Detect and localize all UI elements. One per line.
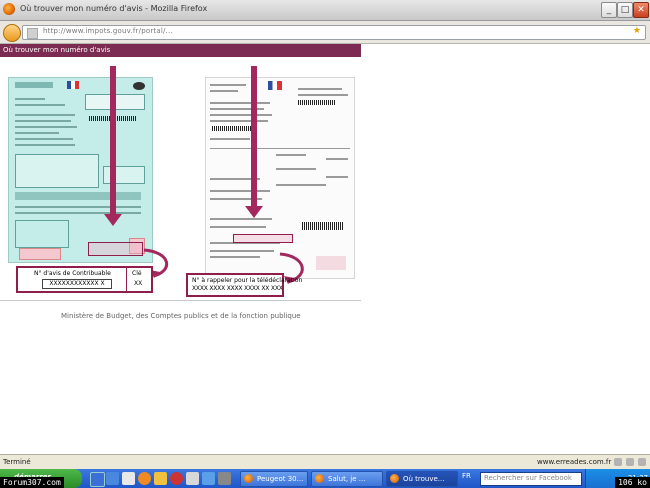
- task-label: Où trouve...: [403, 475, 445, 483]
- key-value: XX: [134, 280, 143, 287]
- notepad-icon[interactable]: [122, 472, 135, 485]
- barcode-right-2: [212, 126, 256, 131]
- avis-number-value: XXXXXXXXXXXX X: [42, 279, 112, 289]
- content-divider: [0, 300, 361, 301]
- page-content: Où trouver mon numéro d'avis N° d'avis d…: [0, 44, 650, 454]
- taskbar-item-1[interactable]: Peugeot 30...: [240, 471, 308, 487]
- status-text: Terminé: [3, 458, 31, 466]
- page-banner: Où trouver mon numéro d'avis: [0, 44, 361, 57]
- arrow-shaft-right: [251, 66, 257, 208]
- task-firefox-icon: [390, 474, 399, 483]
- teledeclaration-number-callout: N° à rappeler pour la télédéclaration XX…: [186, 273, 302, 297]
- task-label: Peugeot 30...: [257, 475, 304, 483]
- barcode-right: [298, 100, 336, 105]
- teledeclaration-number: XXXX XXXX XXXX XXXX XX XXX: [192, 285, 283, 292]
- taskbar-item-3[interactable]: Où trouve...: [386, 471, 458, 487]
- app-icon[interactable]: [186, 472, 199, 485]
- title-bar: Où trouver mon numéro d'avis - Mozilla F…: [0, 0, 650, 21]
- status-security-icon: [614, 458, 622, 466]
- bookmark-star-icon[interactable]: ★: [633, 26, 641, 36]
- doc-address-box: [15, 154, 99, 188]
- doc-pink-box: [19, 248, 61, 260]
- teledeclaration-label: N° à rappeler pour la télédéclaration: [192, 277, 303, 284]
- show-desktop-icon[interactable]: [90, 472, 105, 487]
- status-resize-icon: [638, 458, 646, 466]
- watermark-left: Forum307.com: [0, 477, 64, 488]
- window-title: Où trouver mon numéro d'avis - Mozilla F…: [20, 4, 208, 13]
- tax-notice-right-image: [205, 77, 355, 279]
- minimize-button[interactable]: _: [601, 2, 617, 18]
- media-icon[interactable]: [170, 472, 183, 485]
- doc-lower-box: [15, 220, 69, 248]
- address-text: http://www.impots.gouv.fr/portal/...: [43, 27, 173, 35]
- doc-logo-icon: [133, 82, 145, 90]
- status-bar: Terminé www.erreades.com.fr: [0, 454, 650, 470]
- taskbar-search-input[interactable]: Rechercher sur Facebook: [480, 472, 582, 486]
- navigation-bar: http://www.impots.gouv.fr/portal/... ★: [0, 21, 650, 44]
- status-addon-icon: [626, 458, 634, 466]
- firefox-icon: [3, 3, 15, 15]
- avis-number-callout: N° d'avis de Contribuable XXXXXXXXXXXX X…: [16, 266, 153, 293]
- task-firefox-icon: [315, 474, 324, 483]
- quicklaunch-more-icon[interactable]: [218, 472, 231, 485]
- french-flag-icon-2: [268, 81, 282, 90]
- taskbar-item-2[interactable]: Salut, je ...: [311, 471, 383, 487]
- page-banner-title: Où trouver mon numéro d'avis: [3, 46, 111, 54]
- arrow-shaft-left: [110, 66, 116, 216]
- messenger-icon[interactable]: [202, 472, 215, 485]
- key-label: Clé: [132, 270, 142, 277]
- callout-divider: [126, 268, 127, 291]
- tax-notice-left-image: [8, 77, 153, 263]
- notice-number-highlight-left: [88, 242, 143, 256]
- image-caption: Ministère de Budget, des Comptes publics…: [61, 312, 301, 320]
- search-placeholder: Rechercher sur Facebook: [484, 474, 572, 482]
- avis-number-label: N° d'avis de Contribuable: [34, 270, 111, 277]
- folder-icon[interactable]: [154, 472, 167, 485]
- barcode-right-3: [302, 222, 344, 230]
- taskbar: démarrer Peugeot 30... Salut, je ... Où …: [0, 469, 650, 488]
- watermark-right: 106 ko: [615, 477, 650, 488]
- french-flag-icon: [67, 81, 79, 89]
- doc-pink-area-right: [316, 256, 346, 270]
- arrow-head-left: [104, 214, 122, 226]
- back-button[interactable]: [3, 24, 21, 42]
- task-label: Salut, je ...: [328, 475, 366, 483]
- close-button[interactable]: ✕: [633, 2, 649, 18]
- language-indicator[interactable]: FR: [462, 472, 471, 480]
- doc-header-bar: [15, 82, 53, 88]
- notice-number-highlight-right: [233, 234, 293, 243]
- arrow-head-right: [245, 206, 263, 218]
- maximize-button[interactable]: □: [617, 2, 633, 18]
- firefox-quicklaunch-icon[interactable]: [138, 472, 151, 485]
- site-favicon-icon: [27, 28, 38, 39]
- ie-icon[interactable]: [106, 472, 119, 485]
- task-firefox-icon: [244, 474, 253, 483]
- address-bar[interactable]: http://www.impots.gouv.fr/portal/... ★: [22, 25, 646, 40]
- status-domain: www.erreades.com.fr: [537, 458, 612, 466]
